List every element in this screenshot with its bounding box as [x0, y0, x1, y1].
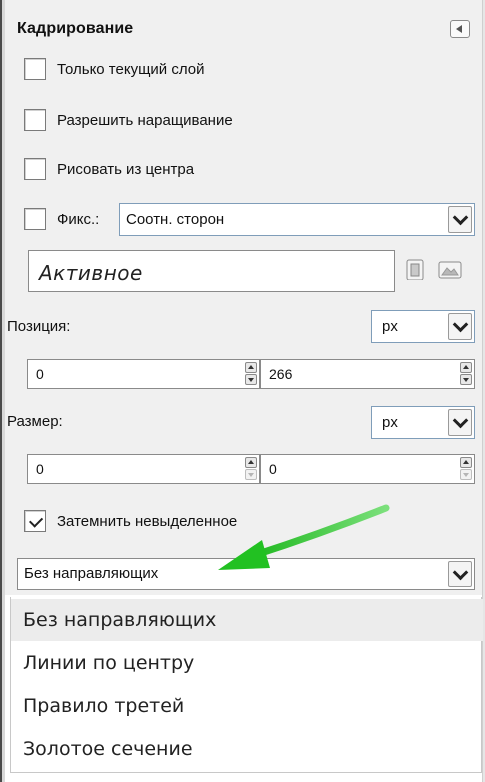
highlight-checkbox[interactable]: [24, 510, 46, 532]
annotation-arrow-icon: [218, 504, 390, 570]
position-x-value: 0: [36, 366, 44, 382]
increment-icon[interactable]: [245, 457, 257, 468]
size-width-value: 0: [36, 461, 44, 477]
decrement-icon[interactable]: [460, 374, 472, 385]
decrement-icon: [245, 469, 257, 480]
chevron-down-icon[interactable]: [448, 409, 472, 436]
position-y-stepper[interactable]: [459, 361, 473, 387]
guides-option-label: Без направляющих: [23, 609, 217, 631]
size-height-value: 0: [269, 461, 277, 477]
position-x-input[interactable]: 0: [27, 359, 260, 389]
current-layer-only-label: Только текущий слой: [57, 61, 205, 78]
size-label: Размер:: [7, 413, 63, 430]
fixed-checkbox[interactable]: [24, 208, 46, 230]
panel-title: Кадрирование: [17, 20, 134, 37]
guides-selected-value: Без направляющих: [24, 565, 159, 582]
chevron-down-icon[interactable]: [448, 561, 472, 587]
increment-icon[interactable]: [245, 362, 257, 373]
landscape-orientation-icon[interactable]: [437, 258, 463, 280]
chevron-down-icon[interactable]: [448, 313, 472, 340]
size-unit-select[interactable]: px: [371, 406, 475, 439]
portrait-orientation-icon[interactable]: [403, 258, 429, 280]
guides-option[interactable]: Золотое сечение: [11, 728, 483, 770]
guides-option[interactable]: Без направляющих: [11, 599, 483, 641]
expand-from-center-checkbox[interactable]: [24, 158, 46, 180]
allow-growing-label: Разрешить наращивание: [57, 112, 233, 129]
position-label: Позиция:: [7, 318, 71, 335]
guides-dropdown-list: Без направляющих Линии по центру Правило…: [10, 597, 483, 773]
position-y-input[interactable]: 266: [260, 359, 475, 389]
increment-icon[interactable]: [460, 362, 472, 373]
increment-icon[interactable]: [460, 457, 472, 468]
expand-from-center-label: Рисовать из центра: [57, 161, 195, 178]
guides-option-label: Золотое сечение: [23, 738, 193, 760]
size-width-stepper[interactable]: [244, 456, 258, 482]
checkmark-icon: [29, 513, 44, 528]
position-unit-select[interactable]: px: [371, 310, 475, 343]
fixed-label: Фикс.:: [57, 211, 100, 228]
collapse-panel-icon[interactable]: [450, 20, 470, 38]
guides-option[interactable]: Линии по центру: [11, 642, 483, 684]
fixed-value-field[interactable]: Активное: [28, 250, 395, 292]
position-x-stepper[interactable]: [244, 361, 258, 387]
guides-option-label: Правило третей: [23, 695, 185, 717]
position-y-value: 266: [269, 366, 293, 382]
decrement-icon: [460, 469, 472, 480]
allow-growing-checkbox[interactable]: [24, 109, 46, 131]
fixed-mode-value: Соотн. сторон: [126, 211, 225, 228]
size-unit-value: px: [382, 414, 398, 431]
fixed-mode-select[interactable]: Соотн. сторон: [119, 203, 475, 236]
size-height-stepper[interactable]: [459, 456, 473, 482]
guides-option-label: Линии по центру: [23, 652, 195, 674]
decrement-icon[interactable]: [245, 374, 257, 385]
guides-option[interactable]: Правило третей: [11, 685, 483, 727]
fixed-value-text: Активное: [39, 261, 143, 285]
size-height-input[interactable]: 0: [260, 454, 475, 484]
position-unit-value: px: [382, 318, 398, 335]
current-layer-only-checkbox[interactable]: [24, 58, 46, 80]
size-width-input[interactable]: 0: [27, 454, 260, 484]
chevron-down-icon[interactable]: [448, 206, 472, 233]
